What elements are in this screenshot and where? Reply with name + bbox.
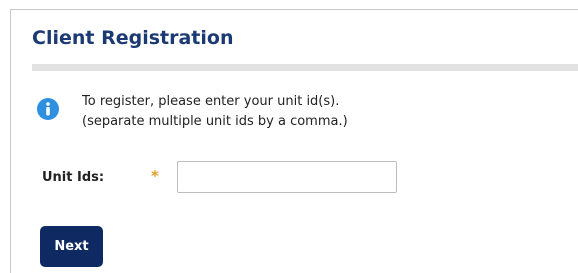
title-divider [32,64,578,71]
info-icon [37,98,59,120]
next-button[interactable]: Next [40,226,103,267]
unit-ids-input[interactable] [177,161,397,193]
info-line-2: (separate multiple unit ids by a comma.) [82,114,348,129]
required-marker: * [151,167,159,185]
info-line-1: To register, please enter your unit id(s… [82,94,340,109]
page-title: Client Registration [32,27,234,49]
unit-ids-label: Unit Ids: [42,170,105,185]
info-message: To register, please enter your unit id(s… [82,92,348,132]
